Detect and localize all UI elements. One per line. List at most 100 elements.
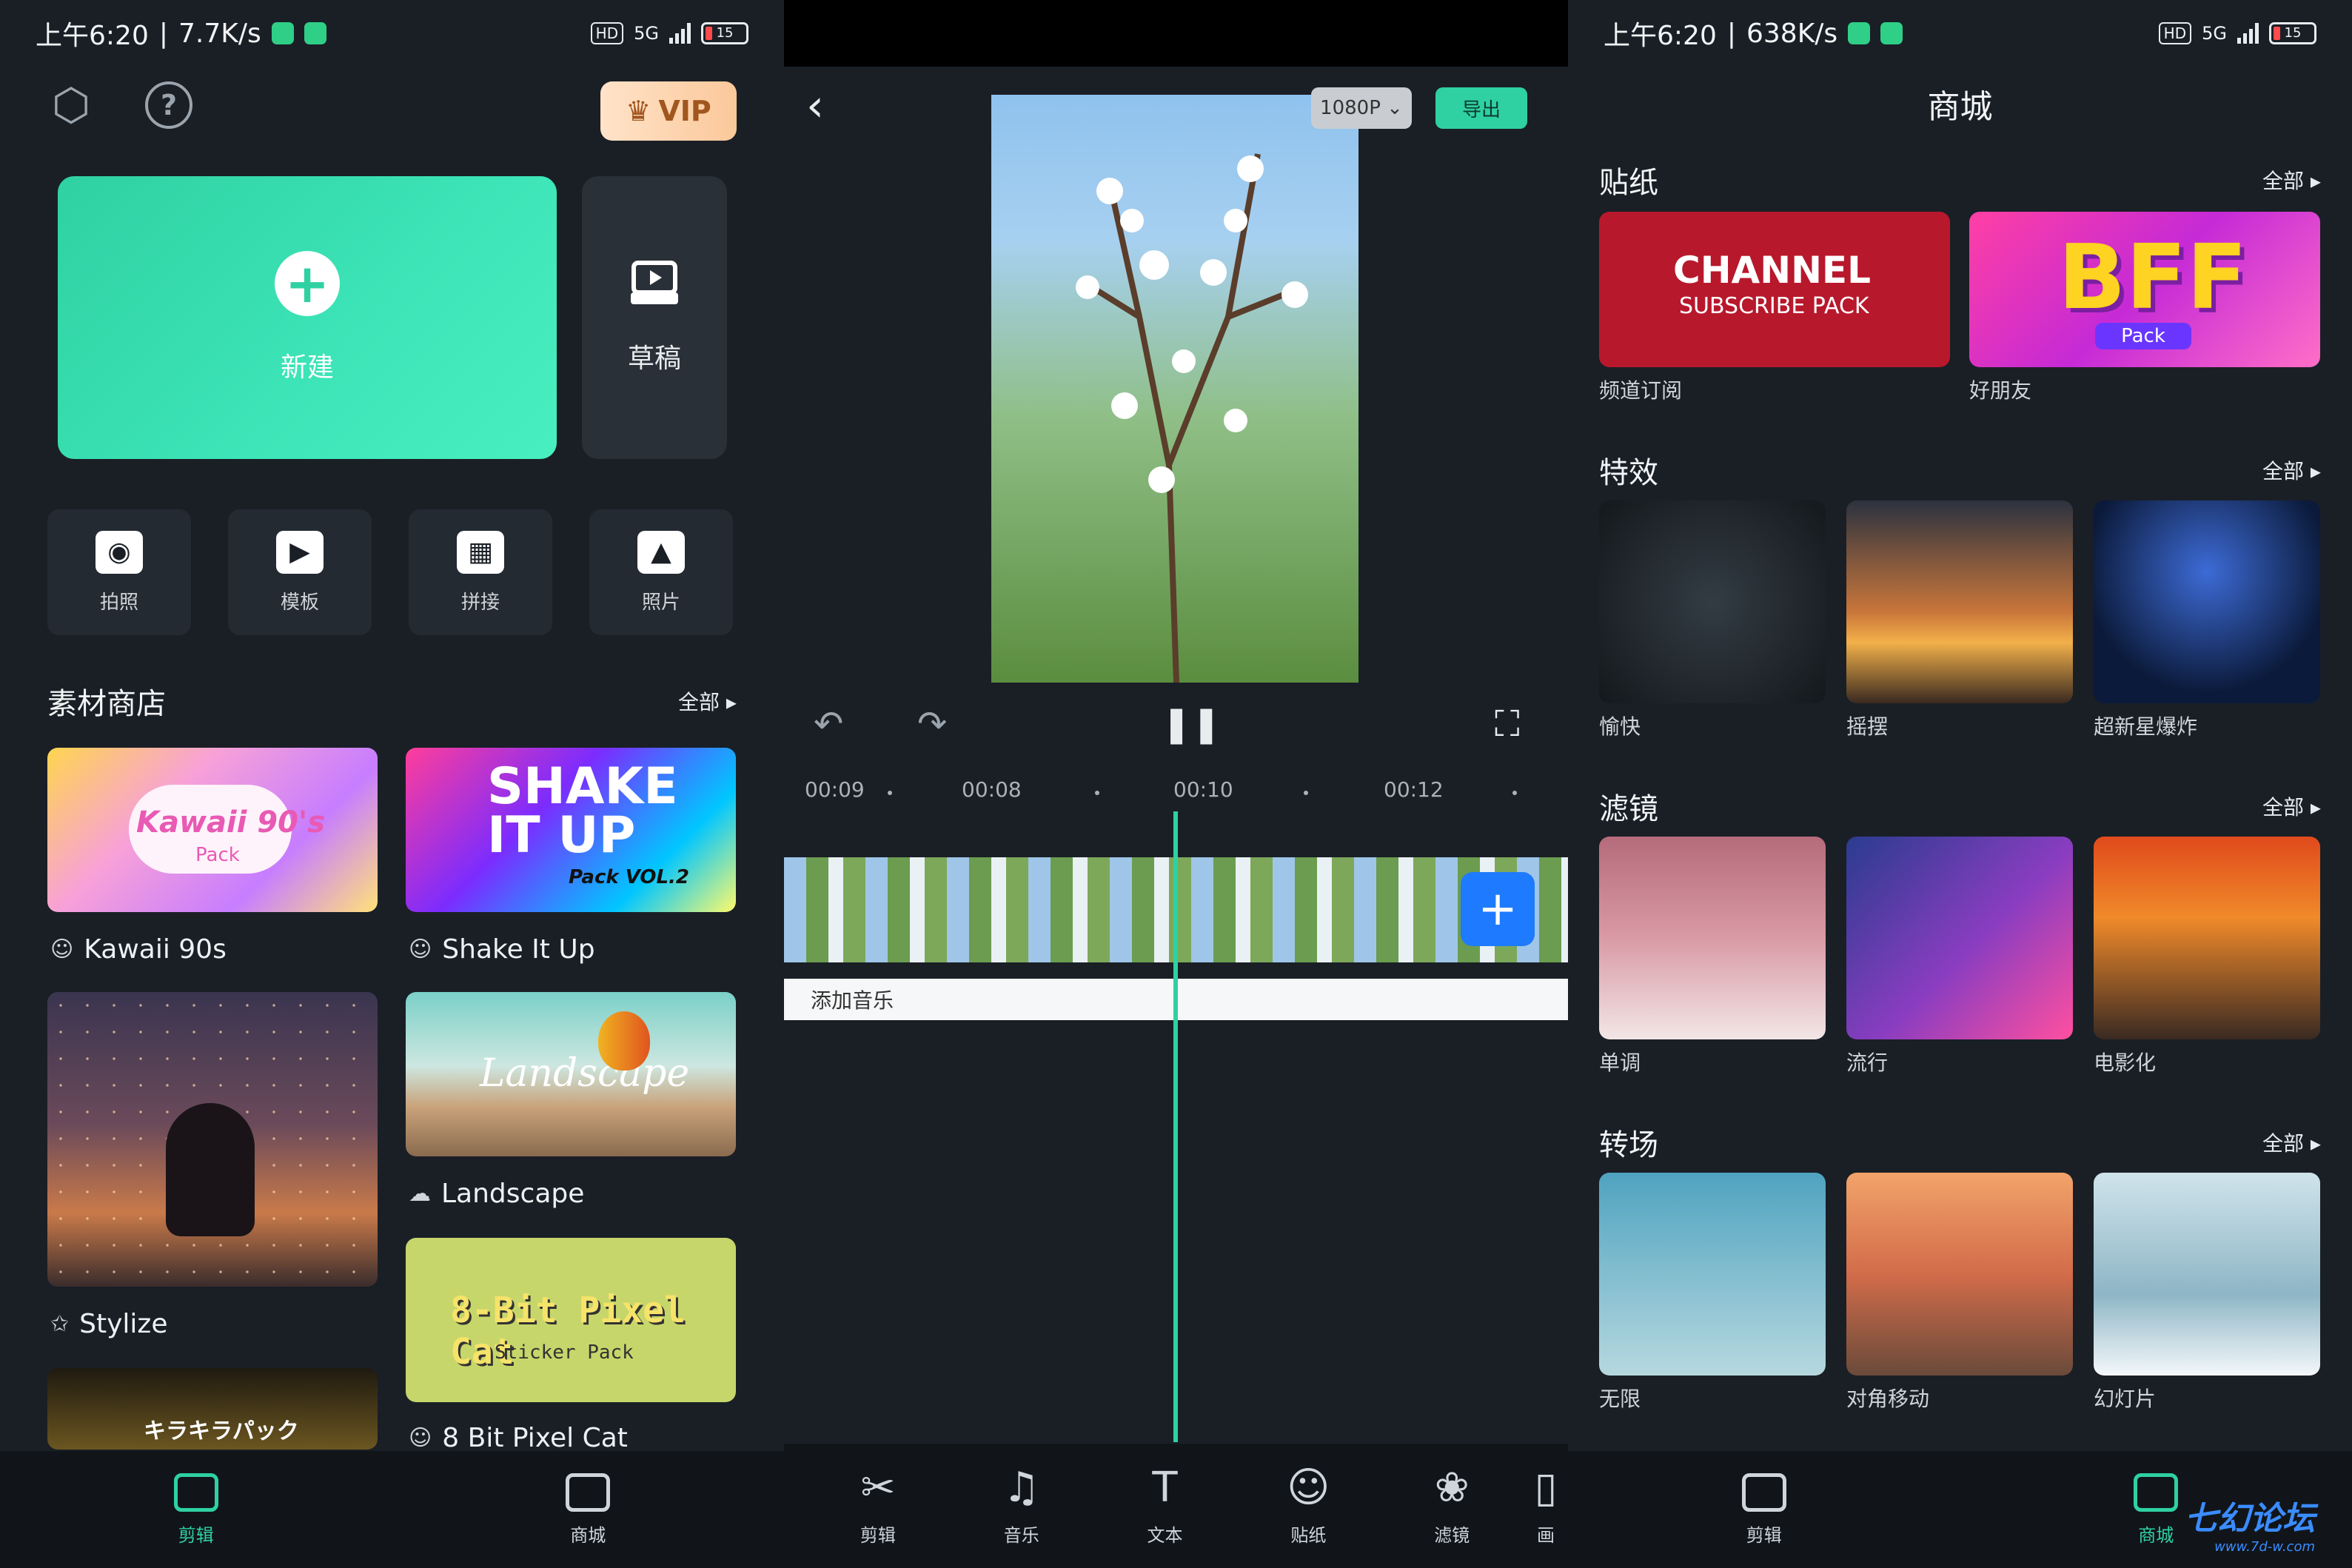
add-clip-button[interactable]: + bbox=[1461, 872, 1535, 946]
resolution-dropdown[interactable]: 1080P ⌄ bbox=[1311, 87, 1412, 129]
filter-card-cinematic[interactable] bbox=[2094, 837, 2320, 1039]
section-filters-header: 滤镜 全部 ▸ bbox=[1599, 791, 2321, 826]
store-card-caption: ☺ Shake It Up bbox=[409, 934, 595, 965]
clapperboard-icon bbox=[173, 1472, 218, 1512]
store-icon bbox=[2134, 1472, 2179, 1512]
store-card-landscape[interactable]: Landscape bbox=[406, 992, 736, 1156]
app-notification-icon bbox=[304, 22, 326, 44]
new-project-label: 新建 bbox=[280, 352, 334, 383]
filter-card-mono[interactable] bbox=[1599, 837, 1826, 1039]
page-title: 商城 bbox=[1927, 88, 1993, 126]
fullscreen-icon[interactable]: ⛶ bbox=[1495, 703, 1520, 746]
status-bar: 上午6:20 | 638K/s HD 5G 15 bbox=[1568, 0, 2352, 67]
store-icon bbox=[566, 1472, 611, 1512]
video-preview[interactable] bbox=[991, 95, 1358, 683]
new-project-button[interactable]: + 新建 bbox=[58, 176, 557, 459]
sticker-icon: ☁ bbox=[409, 1181, 431, 1207]
back-icon[interactable]: ‹ bbox=[806, 80, 824, 132]
tool-more[interactable]: ▯ 画 bbox=[1524, 1444, 1568, 1568]
nav-edit[interactable]: 剪辑 bbox=[1568, 1451, 1960, 1568]
tool-filter[interactable]: ❀ 滤镜 bbox=[1380, 1444, 1524, 1568]
store-panel: 上午6:20 | 638K/s HD 5G 15 商城 贴纸 全部 ▸ CHAN… bbox=[1568, 0, 2352, 1568]
redo-icon[interactable]: ↷ bbox=[917, 703, 947, 745]
card-label: 好朋友 bbox=[1969, 378, 2032, 403]
effect-card-swing[interactable] bbox=[1846, 500, 2073, 703]
store-all-link[interactable]: 全部 ▸ bbox=[678, 686, 737, 716]
bottom-nav: 剪辑 商城 bbox=[0, 1451, 784, 1568]
tool-cut[interactable]: ✂ 剪辑 bbox=[806, 1444, 950, 1568]
tile-collage[interactable]: ▦ 拼接 bbox=[409, 509, 552, 635]
nav-store[interactable]: 商城 bbox=[392, 1451, 785, 1568]
filter-icon: ❀ bbox=[1434, 1463, 1470, 1512]
tool-music[interactable]: ♫ 音乐 bbox=[950, 1444, 1093, 1568]
section-effects-header: 特效 全部 ▸ bbox=[1599, 455, 2321, 490]
crown-icon: ♛ bbox=[626, 95, 651, 127]
hd-icon: HD bbox=[590, 22, 624, 44]
store-card-caption: ☺ Kawaii 90s bbox=[50, 934, 227, 965]
filter-card-pop[interactable] bbox=[1846, 837, 2073, 1039]
network-label: 5G bbox=[634, 23, 659, 44]
sticker-icon: ☺ bbox=[409, 937, 432, 962]
battery-icon: 15 bbox=[2269, 22, 2316, 44]
settings-icon[interactable]: ⬡ bbox=[47, 81, 95, 129]
status-time: 上午6:20 bbox=[36, 21, 149, 51]
editor-toolbar: ✂ 剪辑 ♫ 音乐 T 文本 ☺ 贴纸 ❀ 滤镜 ▯ 画 bbox=[784, 1444, 1568, 1568]
signal-icon bbox=[2237, 23, 2259, 44]
status-time: 上午6:20 bbox=[1604, 21, 1717, 51]
music-icon: ♫ bbox=[1002, 1463, 1040, 1512]
transition-card-diagonal[interactable] bbox=[1846, 1173, 2073, 1376]
store-card-caption: ✩ Stylize bbox=[50, 1309, 168, 1339]
pause-icon[interactable]: ❚❚ bbox=[1162, 703, 1221, 745]
tile-template[interactable]: ▶ 模板 bbox=[228, 509, 372, 635]
all-link[interactable]: 全部 ▸ bbox=[2262, 1128, 2321, 1157]
help-icon[interactable]: ? bbox=[145, 81, 192, 129]
preview-image bbox=[1076, 153, 1308, 683]
all-link[interactable]: 全部 ▸ bbox=[2262, 791, 2321, 821]
plus-icon: + bbox=[275, 251, 340, 316]
store-card-shake[interactable]: SHAKE IT UP Pack VOL.2 bbox=[406, 748, 736, 912]
drafts-label: 草稿 bbox=[627, 344, 681, 374]
tile-camera[interactable]: ◉ 拍照 bbox=[47, 509, 191, 635]
drafts-button[interactable]: 草稿 bbox=[582, 176, 727, 459]
canvas-icon: ▯ bbox=[1534, 1463, 1558, 1512]
effect-card-happy[interactable] bbox=[1599, 500, 1826, 703]
sticker-card-channel[interactable]: CHANNEL SUBSCRIBE PACK bbox=[1599, 212, 1950, 367]
nav-edit[interactable]: 剪辑 bbox=[0, 1451, 392, 1568]
store-title: 素材商店 bbox=[47, 687, 166, 721]
transition-card-slideshow[interactable] bbox=[2094, 1173, 2320, 1376]
chevron-down-icon: ⌄ bbox=[1387, 97, 1403, 119]
sticker-card-bff[interactable]: BFF Pack bbox=[1969, 212, 2320, 367]
export-button[interactable]: 导出 bbox=[1435, 87, 1527, 129]
store-card-caption: ☺ 8 Bit Pixel Cat bbox=[409, 1423, 628, 1453]
app-notification-icon bbox=[271, 22, 294, 44]
store-card-stylize[interactable] bbox=[47, 992, 378, 1287]
tool-text[interactable]: T 文本 bbox=[1093, 1444, 1237, 1568]
sticker-icon: ☺ bbox=[409, 1425, 432, 1451]
tool-sticker[interactable]: ☺ 贴纸 bbox=[1236, 1444, 1380, 1568]
app-notification-icon bbox=[1848, 22, 1871, 44]
vip-button[interactable]: ♛ VIP bbox=[600, 81, 737, 141]
camera-icon: ◉ bbox=[96, 530, 143, 574]
section-transitions-header: 转场 全部 ▸ bbox=[1599, 1128, 2321, 1162]
plus-icon: + bbox=[1478, 882, 1518, 937]
all-link[interactable]: 全部 ▸ bbox=[2262, 455, 2321, 485]
tile-photo[interactable]: ▲ 照片 bbox=[589, 509, 733, 635]
playhead[interactable] bbox=[1173, 811, 1178, 1442]
section-stickers-header: 贴纸 全部 ▸ bbox=[1599, 165, 2321, 200]
draft-icon bbox=[631, 261, 678, 304]
undo-icon[interactable]: ↶ bbox=[814, 703, 843, 745]
scissors-icon: ✂ bbox=[860, 1463, 896, 1512]
store-card-pixelcat[interactable]: 8-Bit Pixel Cat Sticker Pack bbox=[406, 1238, 736, 1402]
home-panel: 上午6:20 | 7.7K/s HD 5G 15 ⬡ ? ♛ VIP + 新建 … bbox=[0, 0, 784, 1568]
all-link[interactable]: 全部 ▸ bbox=[2262, 165, 2321, 195]
store-card-kawaii[interactable]: Kawaii 90's Pack bbox=[47, 748, 378, 912]
network-label: 5G bbox=[2202, 23, 2227, 44]
timeline-ruler: 00:09 00:08 00:10 00:12 bbox=[784, 777, 1568, 807]
effect-icon: ✩ bbox=[50, 1311, 70, 1337]
hd-icon: HD bbox=[2158, 22, 2192, 44]
collage-icon: ▦ bbox=[457, 530, 504, 574]
effect-card-supernova[interactable] bbox=[2094, 500, 2320, 703]
store-card-kirakira[interactable]: キラキラパック bbox=[47, 1368, 378, 1450]
sticker-icon: ☺ bbox=[1287, 1463, 1330, 1512]
transition-card-infinite[interactable] bbox=[1599, 1173, 1826, 1376]
